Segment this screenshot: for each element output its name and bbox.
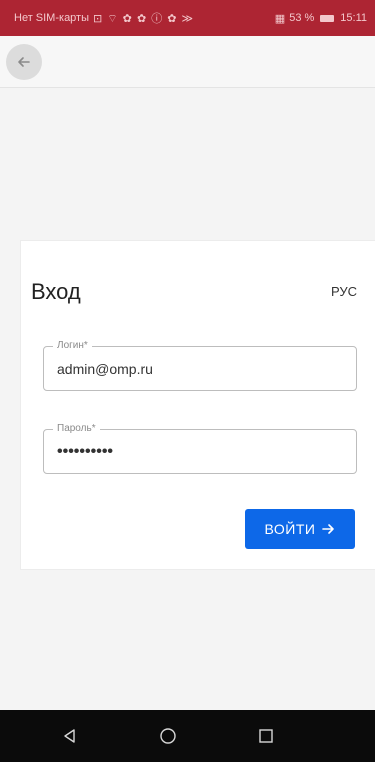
- arrow-right-icon: [322, 524, 335, 534]
- back-button[interactable]: [6, 44, 42, 80]
- square-recents-icon: [258, 729, 273, 743]
- login-field[interactable]: Логин*: [43, 339, 357, 391]
- nav-back-button[interactable]: [59, 725, 81, 747]
- network-icon: ▦: [274, 12, 286, 25]
- password-input[interactable]: [44, 430, 356, 473]
- status-right: ▦ 53 % 15:11: [275, 12, 367, 25]
- status-time: 15:11: [340, 12, 367, 24]
- password-field[interactable]: Пароль*: [43, 422, 357, 474]
- status-icons: ⊡ ⌔ ✿ ✿ ⓘ ✿ ≫: [93, 13, 195, 25]
- status-left: Нет SIM-карты ⊡ ⌔ ✿ ✿ ⓘ ✿ ≫: [14, 10, 194, 26]
- login-submit-label: ВОЙТИ: [264, 521, 316, 537]
- status-bar: Нет SIM-карты ⊡ ⌔ ✿ ✿ ⓘ ✿ ≫ ▦ 53 % 15:11: [0, 0, 375, 36]
- login-submit-button[interactable]: ВОЙТИ: [245, 509, 355, 549]
- login-card: Вход РУС Логин* Пароль* ВОЙТИ: [20, 240, 375, 570]
- battery-percent: 53 %: [289, 12, 315, 24]
- nav-home-button[interactable]: [157, 725, 179, 747]
- language-switch[interactable]: РУС: [331, 284, 357, 299]
- page-title: Вход: [31, 279, 81, 304]
- arrow-left-icon: [18, 57, 30, 67]
- battery-icon: [320, 14, 335, 22]
- app-bar: [0, 36, 375, 88]
- circle-home-icon: [159, 728, 176, 744]
- triangle-back-icon: [63, 729, 75, 743]
- main-content: Вход РУС Логин* Пароль* ВОЙТИ: [0, 88, 375, 710]
- carrier-text: Нет SIM-карты: [14, 12, 90, 24]
- login-input[interactable]: [44, 347, 356, 390]
- nav-recents-button[interactable]: [255, 725, 277, 747]
- system-nav-bar: [0, 710, 375, 762]
